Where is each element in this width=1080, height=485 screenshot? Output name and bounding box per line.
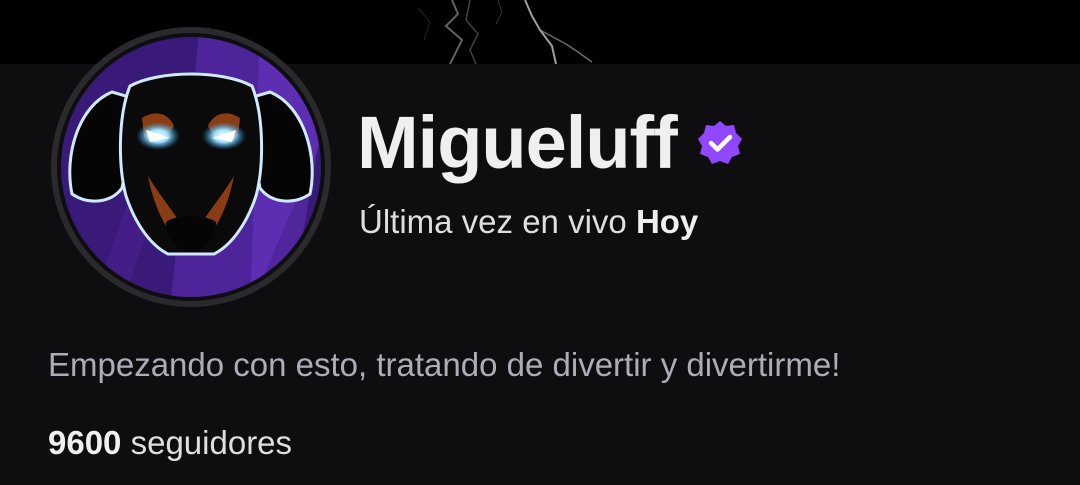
last-live-status: Última vez en vivo Hoy (359, 202, 698, 242)
follower-number: 9600 (48, 424, 122, 461)
last-live-label: Última vez en vivo (359, 203, 627, 240)
channel-name-row: Migueluff (357, 106, 743, 180)
doberman-dog-avatar (51, 27, 331, 307)
follower-count: 9600 seguidores (48, 423, 292, 463)
followers-label: seguidores (130, 424, 293, 461)
verified-badge-icon (697, 121, 742, 164)
channel-name[interactable]: Migueluff (357, 106, 678, 180)
channel-bio: Empezando con esto, tratando de divertir… (48, 346, 841, 383)
channel-avatar[interactable] (50, 26, 332, 308)
channel-profile-header: Migueluff Última vez en vivo Hoy Empezan… (0, 0, 1080, 485)
last-live-value: Hoy (635, 203, 699, 240)
